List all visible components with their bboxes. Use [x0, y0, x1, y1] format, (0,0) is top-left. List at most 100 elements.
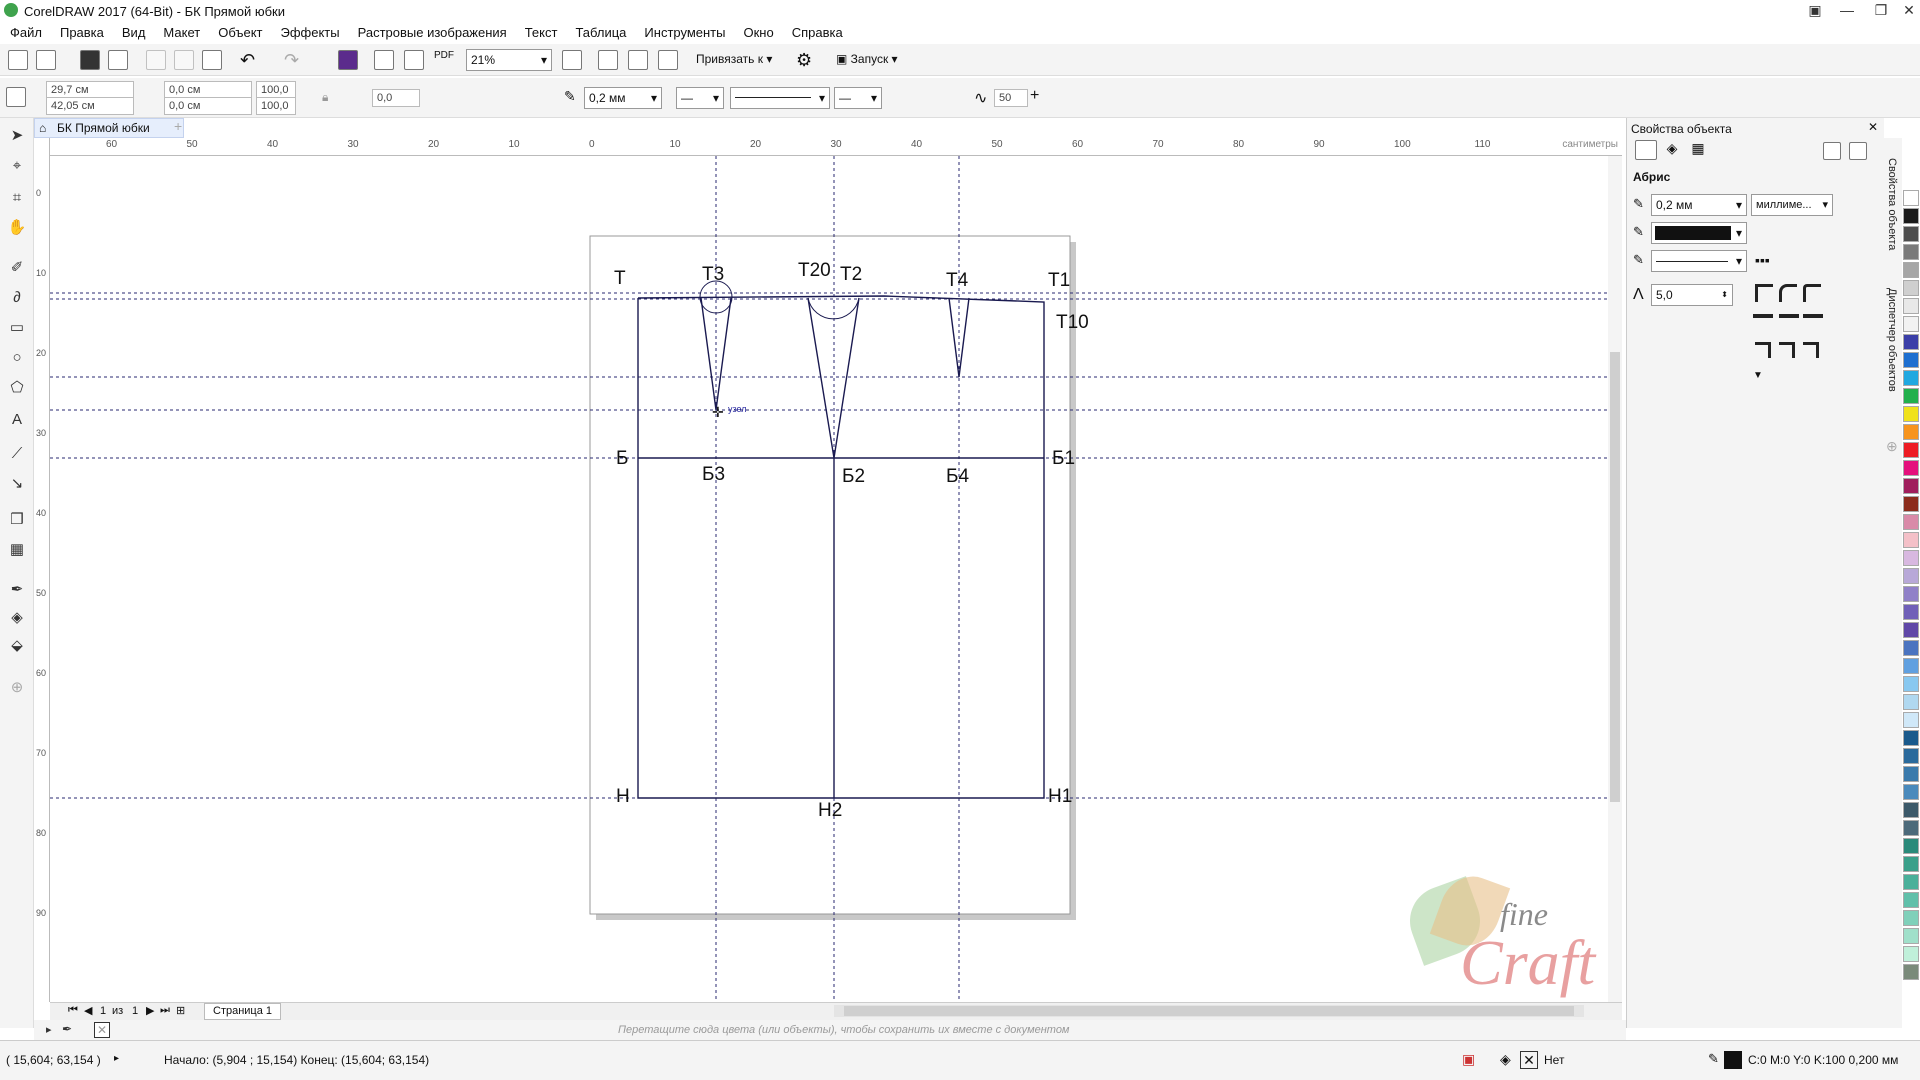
menu-view[interactable]: Вид [122, 25, 146, 40]
palette-swatch[interactable] [1903, 334, 1919, 350]
horizontal-scrollbar[interactable] [834, 1005, 1584, 1017]
smoothing-field[interactable]: 50 [994, 89, 1028, 107]
outline-style-select[interactable]: ▾ [1651, 250, 1747, 272]
palette-swatch[interactable] [1903, 280, 1919, 296]
paste-icon[interactable] [202, 50, 222, 70]
menu-text[interactable]: Текст [525, 25, 558, 40]
menu-layout[interactable]: Макет [163, 25, 200, 40]
drawing-svg[interactable] [50, 156, 1622, 1002]
palette-swatch[interactable] [1903, 874, 1919, 890]
menu-window[interactable]: Окно [743, 25, 773, 40]
open-icon[interactable] [36, 50, 56, 70]
horizontal-ruler[interactable]: 60 50 40 30 20 10 0 10 20 30 40 50 60 70 80 90 100 110 са… [50, 138, 1622, 156]
eyedropper-small-icon[interactable]: ✒ [62, 1022, 72, 1036]
close-button[interactable]: ✕ [1894, 0, 1920, 22]
freehand-tool-icon[interactable]: ✐ [7, 258, 27, 278]
page-tab[interactable]: Страница 1 [204, 1003, 282, 1020]
scale-y-field[interactable]: 100,0 [256, 97, 296, 115]
palette-swatch[interactable] [1903, 208, 1919, 224]
color-proof-icon[interactable]: ▣ [1462, 1051, 1475, 1068]
cut-icon[interactable] [146, 50, 166, 70]
palette-swatch[interactable] [1903, 514, 1919, 530]
panel-close-icon[interactable]: ✕ [1868, 120, 1878, 134]
pick-tool-icon[interactable]: ➤ [7, 126, 27, 146]
rectangle-tool-icon[interactable]: ▭ [7, 318, 27, 338]
palette-swatch[interactable] [1903, 766, 1919, 782]
line-cap-square-icon[interactable] [1803, 314, 1823, 328]
palette-swatch[interactable] [1903, 370, 1919, 386]
maximize-button[interactable]: ❐ [1866, 0, 1896, 22]
menu-help[interactable]: Справка [792, 25, 843, 40]
palette-swatch[interactable] [1903, 730, 1919, 746]
menu-bitmaps[interactable]: Растровые изображения [358, 25, 507, 40]
palette-swatch[interactable] [1903, 838, 1919, 854]
add-page-icon[interactable]: ⊞ [176, 1004, 185, 1017]
palette-swatch[interactable] [1903, 892, 1919, 908]
palette-flyout-icon[interactable]: ▸ [46, 1023, 52, 1036]
palette-swatch[interactable] [1903, 226, 1919, 242]
palette-swatch[interactable] [1903, 478, 1919, 494]
menu-effects[interactable]: Эффекты [281, 25, 340, 40]
grid-icon[interactable] [628, 50, 648, 70]
import-icon[interactable] [374, 50, 394, 70]
end-arrow-select[interactable]: — ▾ [834, 87, 882, 109]
interactive-fill-icon[interactable]: ◈ [7, 608, 27, 628]
next-page-icon[interactable]: ▶ [146, 1004, 154, 1017]
connector-tool-icon[interactable]: ↘ [7, 474, 27, 494]
new-document-icon[interactable] [8, 50, 28, 70]
line-cap-butt-icon[interactable] [1753, 314, 1773, 328]
palette-swatch[interactable] [1903, 946, 1919, 962]
menu-file[interactable]: Файл [10, 25, 42, 40]
lock-ratio-icon[interactable]: 🔒︎ [322, 90, 328, 105]
artistic-media-icon[interactable]: ∂ [7, 288, 27, 308]
menu-edit[interactable]: Правка [60, 25, 104, 40]
color-drop-hint-bar[interactable]: ▸ ✒ ✕ Перетащите сюда цвета (или объекты… [34, 1020, 1626, 1040]
palette-swatch[interactable] [1903, 316, 1919, 332]
drawing-canvas[interactable]: Т Т3 Т20 Т2 Т4 Т1 Т10 Б Б3 Б2 Б4 Б1 Н Н2… [50, 156, 1622, 1002]
add-tool-icon[interactable]: ⊕ [7, 678, 27, 698]
zoom-fit-icon[interactable] [562, 50, 582, 70]
new-tab-icon[interactable]: + [174, 118, 182, 134]
transparency-icon[interactable]: ▦ [7, 540, 27, 560]
palette-swatch[interactable] [1903, 784, 1919, 800]
miter-limit-field[interactable]: 5,0 ⬍ [1651, 284, 1733, 306]
redo-icon[interactable]: ↷ [284, 50, 299, 71]
vertical-ruler[interactable]: 0 10 20 30 40 50 60 70 80 90 [34, 138, 50, 1002]
panel-outline-width-select[interactable]: 0,2 мм ▾ [1651, 194, 1747, 216]
tab-object-properties[interactable]: Свойства объекта [1886, 158, 1898, 250]
undo-icon[interactable]: ↶ [240, 50, 255, 71]
last-page-icon[interactable]: ⏭ [160, 1004, 170, 1017]
rulers-icon[interactable] [658, 50, 678, 70]
frame-icon[interactable] [1823, 142, 1841, 160]
panel-expand-icon[interactable]: ▼ [1753, 370, 1763, 381]
polygon-tool-icon[interactable]: ⬠ [7, 378, 27, 398]
palette-swatch[interactable] [1903, 298, 1919, 314]
status-expand-icon[interactable]: ▸ [114, 1053, 119, 1064]
eyedropper-icon[interactable]: ✒ [7, 580, 27, 600]
position-outside-icon[interactable] [1755, 342, 1771, 358]
zoom-select[interactable]: 21% ▾ [466, 49, 552, 71]
crop-tool-icon[interactable]: ⌗ [7, 188, 27, 208]
palette-swatch[interactable] [1903, 640, 1919, 656]
pdf-icon[interactable]: PDF [434, 50, 454, 61]
palette-swatch[interactable] [1903, 532, 1919, 548]
palette-swatch[interactable] [1903, 928, 1919, 944]
shape-tool-icon[interactable]: ⌖ [7, 156, 27, 176]
palette-swatch[interactable] [1903, 712, 1919, 728]
pan-tool-icon[interactable]: ✋ [7, 218, 27, 238]
menu-object[interactable]: Объект [218, 25, 262, 40]
height-field[interactable]: 42,05 см [46, 97, 134, 115]
drop-shadow-icon[interactable]: ❒ [7, 510, 27, 530]
outline-width-select[interactable]: 0,2 мм ▾ [584, 87, 662, 109]
palette-swatch[interactable] [1903, 910, 1919, 926]
smart-fill-icon[interactable]: ⬙ [7, 636, 27, 656]
snap-to-menu[interactable]: Привязать к ▾ [696, 52, 772, 66]
scroll-thumb[interactable] [1610, 352, 1620, 802]
print-icon[interactable] [108, 50, 128, 70]
menu-tools[interactable]: Инструменты [644, 25, 725, 40]
options-gear-icon[interactable]: ⚙ [796, 50, 812, 71]
palette-swatch[interactable] [1903, 568, 1919, 584]
palette-swatch[interactable] [1903, 748, 1919, 764]
panel-units-select[interactable]: миллиме... ▾ [1751, 194, 1833, 216]
corner-round-icon[interactable] [1779, 284, 1797, 302]
